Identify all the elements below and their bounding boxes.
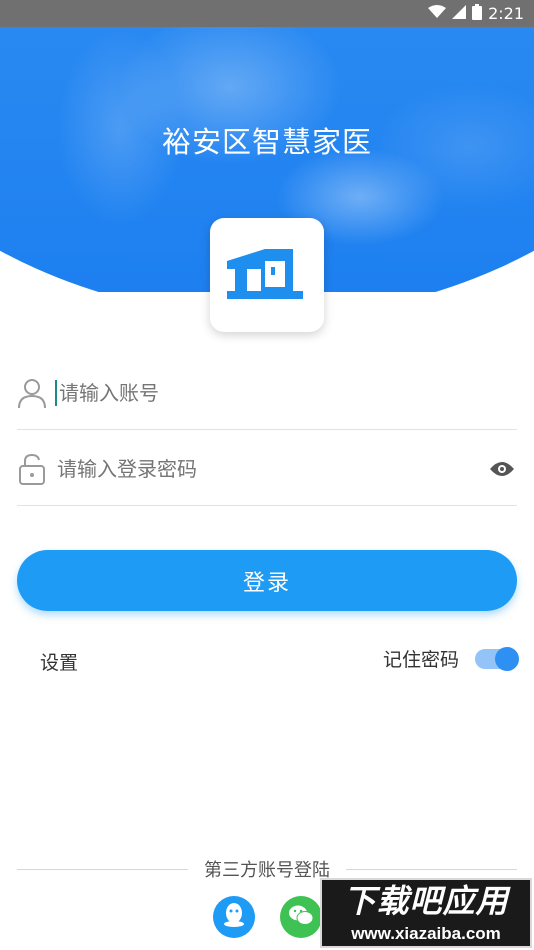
remember-password-toggle[interactable] (475, 646, 519, 671)
qq-icon (223, 902, 245, 932)
remember-password-label: 记住密码 (382, 649, 459, 671)
watermark-title: 下载吧应用 (343, 882, 509, 920)
wifi-icon (428, 4, 447, 23)
toggle-knob (495, 646, 519, 671)
battery-icon (472, 3, 483, 24)
account-field[interactable] (17, 356, 517, 430)
divider-line (346, 868, 517, 870)
account-input[interactable] (59, 372, 517, 413)
status-bar: 2:21 (0, 0, 534, 27)
eye-icon[interactable] (487, 459, 517, 479)
password-field[interactable] (17, 432, 517, 506)
user-icon (17, 376, 47, 410)
text-caret (55, 379, 57, 406)
watermark: 下载吧应用 www.xiazaiba.com (320, 878, 532, 948)
qq-login-button[interactable] (213, 896, 255, 938)
house-logo-icon (227, 249, 303, 299)
app-title: 裕安区智慧家医 (161, 125, 372, 159)
clock: 2:21 (488, 4, 524, 23)
lock-icon (17, 452, 47, 486)
app-logo (210, 218, 324, 332)
settings-link[interactable]: 设置 (40, 648, 78, 675)
signal-icon (452, 4, 467, 23)
password-input[interactable] (57, 448, 487, 489)
third-party-label: 第三方账号登陆 (204, 860, 330, 881)
watermark-url: www.xiazaiba.com (351, 924, 501, 943)
remember-password[interactable]: 记住密码 (382, 645, 519, 672)
wechat-login-button[interactable] (280, 896, 322, 938)
login-button[interactable]: 登录 (17, 550, 517, 611)
divider-line (17, 868, 188, 870)
wechat-icon (288, 904, 314, 930)
